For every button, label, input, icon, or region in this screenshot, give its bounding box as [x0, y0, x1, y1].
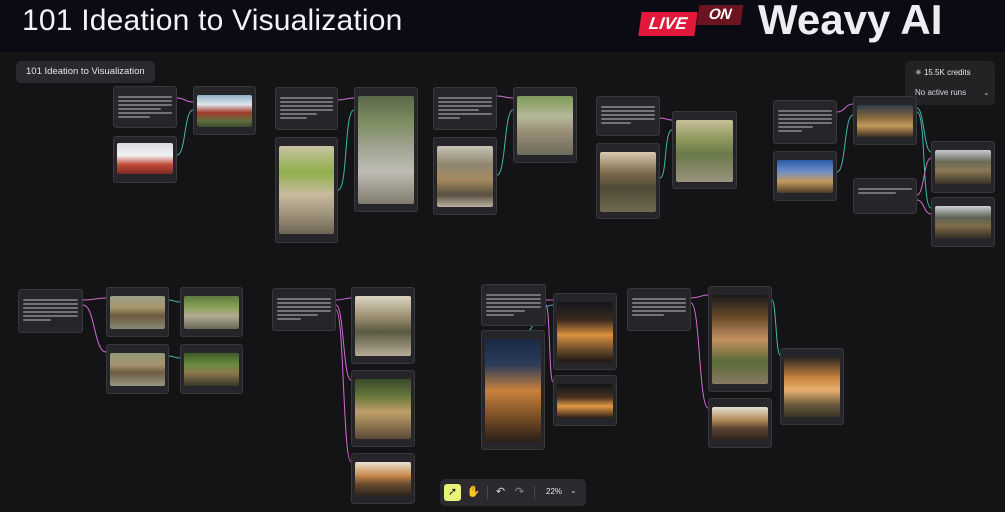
live-badge: LIVE	[638, 12, 698, 36]
prompt-text	[632, 298, 686, 327]
generate-image-node[interactable]	[106, 287, 169, 337]
prompt-node[interactable]	[773, 100, 837, 144]
zoom-level[interactable]: 22%	[546, 487, 562, 496]
canvas-toolbar: ➚ ✋ ↶ ↷ 22% ⌄	[440, 479, 586, 506]
generate-image-node[interactable]	[853, 96, 917, 145]
generate-image-node[interactable]	[931, 141, 995, 193]
prompt-node[interactable]	[627, 288, 691, 331]
generate-image-node[interactable]	[672, 111, 737, 189]
image-preview	[279, 146, 334, 234]
image-preview	[784, 357, 840, 417]
image-preview	[485, 339, 541, 442]
on-badge: ON	[696, 5, 744, 25]
prompt-node[interactable]	[275, 87, 338, 130]
generate-image-node[interactable]	[553, 375, 617, 426]
prompt-text	[118, 96, 172, 124]
image-preview	[110, 353, 165, 386]
generate-image-node[interactable]	[351, 370, 415, 447]
prompt-text	[280, 97, 333, 126]
prompt-text	[858, 188, 912, 210]
prompt-text	[601, 106, 655, 132]
image-preview	[110, 296, 165, 329]
prompt-node[interactable]	[481, 284, 546, 326]
image-preview	[935, 150, 991, 184]
prompt-node[interactable]	[853, 178, 917, 214]
generate-image-node[interactable]	[553, 293, 617, 370]
image-preview	[712, 407, 768, 440]
chevron-down-icon[interactable]: ⌄	[570, 486, 577, 495]
chevron-down-icon[interactable]: ⌄	[983, 88, 990, 97]
image-preview	[355, 462, 411, 496]
prompt-node[interactable]	[433, 87, 497, 130]
prompt-node[interactable]	[18, 289, 83, 333]
redo-icon[interactable]: ↷	[511, 484, 528, 501]
image-node[interactable]	[773, 151, 837, 201]
prompt-node[interactable]	[596, 96, 660, 136]
generate-image-node[interactable]	[180, 344, 243, 394]
generate-image-node[interactable]	[106, 344, 169, 394]
image-node[interactable]	[275, 137, 338, 243]
generate-image-node[interactable]	[931, 197, 995, 247]
generate-image-node[interactable]	[708, 286, 772, 392]
banner-title: 101 Ideation to Visualization	[22, 4, 403, 37]
image-node[interactable]	[113, 136, 177, 183]
prompt-text	[438, 97, 492, 126]
toolbar-divider	[487, 486, 488, 499]
brand-logo: Weavy AI	[758, 0, 943, 43]
workflow-name-chip[interactable]: 101 Ideation to Visualization	[16, 61, 155, 83]
credits-panel[interactable]: ✳ 15.5K credits No active runs ⌄	[905, 61, 995, 105]
image-preview	[117, 143, 173, 174]
generate-image-node[interactable]	[180, 287, 243, 337]
image-node[interactable]	[433, 137, 497, 215]
image-node[interactable]	[481, 330, 545, 450]
runs-status[interactable]: No active runs	[915, 88, 966, 97]
generate-image-node[interactable]	[780, 348, 844, 425]
toolbar-divider	[534, 486, 535, 499]
generate-image-node[interactable]	[513, 87, 577, 163]
image-preview	[355, 296, 411, 356]
image-preview	[184, 296, 239, 329]
image-preview	[676, 120, 733, 182]
prompt-text	[486, 294, 541, 322]
prompt-text	[23, 299, 78, 329]
generate-image-node[interactable]	[193, 86, 256, 135]
generate-image-node[interactable]	[351, 453, 415, 504]
prompt-text	[277, 298, 331, 327]
image-preview	[557, 384, 613, 418]
image-preview	[777, 160, 833, 193]
image-preview	[712, 295, 768, 384]
image-preview	[517, 96, 573, 155]
prompt-node[interactable]	[272, 288, 336, 331]
prompt-node[interactable]	[113, 86, 177, 128]
generate-image-node[interactable]	[354, 87, 418, 212]
image-preview	[184, 353, 239, 386]
video-banner: 101 Ideation to Visualization LIVE ON We…	[0, 0, 1005, 52]
image-preview	[935, 206, 991, 239]
image-preview	[358, 96, 414, 204]
image-preview	[557, 302, 613, 362]
hand-pan-icon[interactable]: ✋	[465, 484, 482, 501]
undo-icon[interactable]: ↶	[492, 484, 509, 501]
credits-label: ✳ 15.5K credits	[915, 68, 971, 77]
image-node[interactable]	[596, 143, 660, 219]
image-preview	[857, 105, 913, 137]
prompt-text	[778, 110, 832, 140]
image-preview	[197, 95, 252, 127]
image-preview	[437, 146, 493, 207]
generate-image-node[interactable]	[708, 398, 772, 448]
image-preview	[600, 152, 656, 212]
generate-image-node[interactable]	[351, 287, 415, 364]
cursor-select-icon[interactable]: ➚	[444, 484, 461, 501]
image-preview	[355, 379, 411, 439]
